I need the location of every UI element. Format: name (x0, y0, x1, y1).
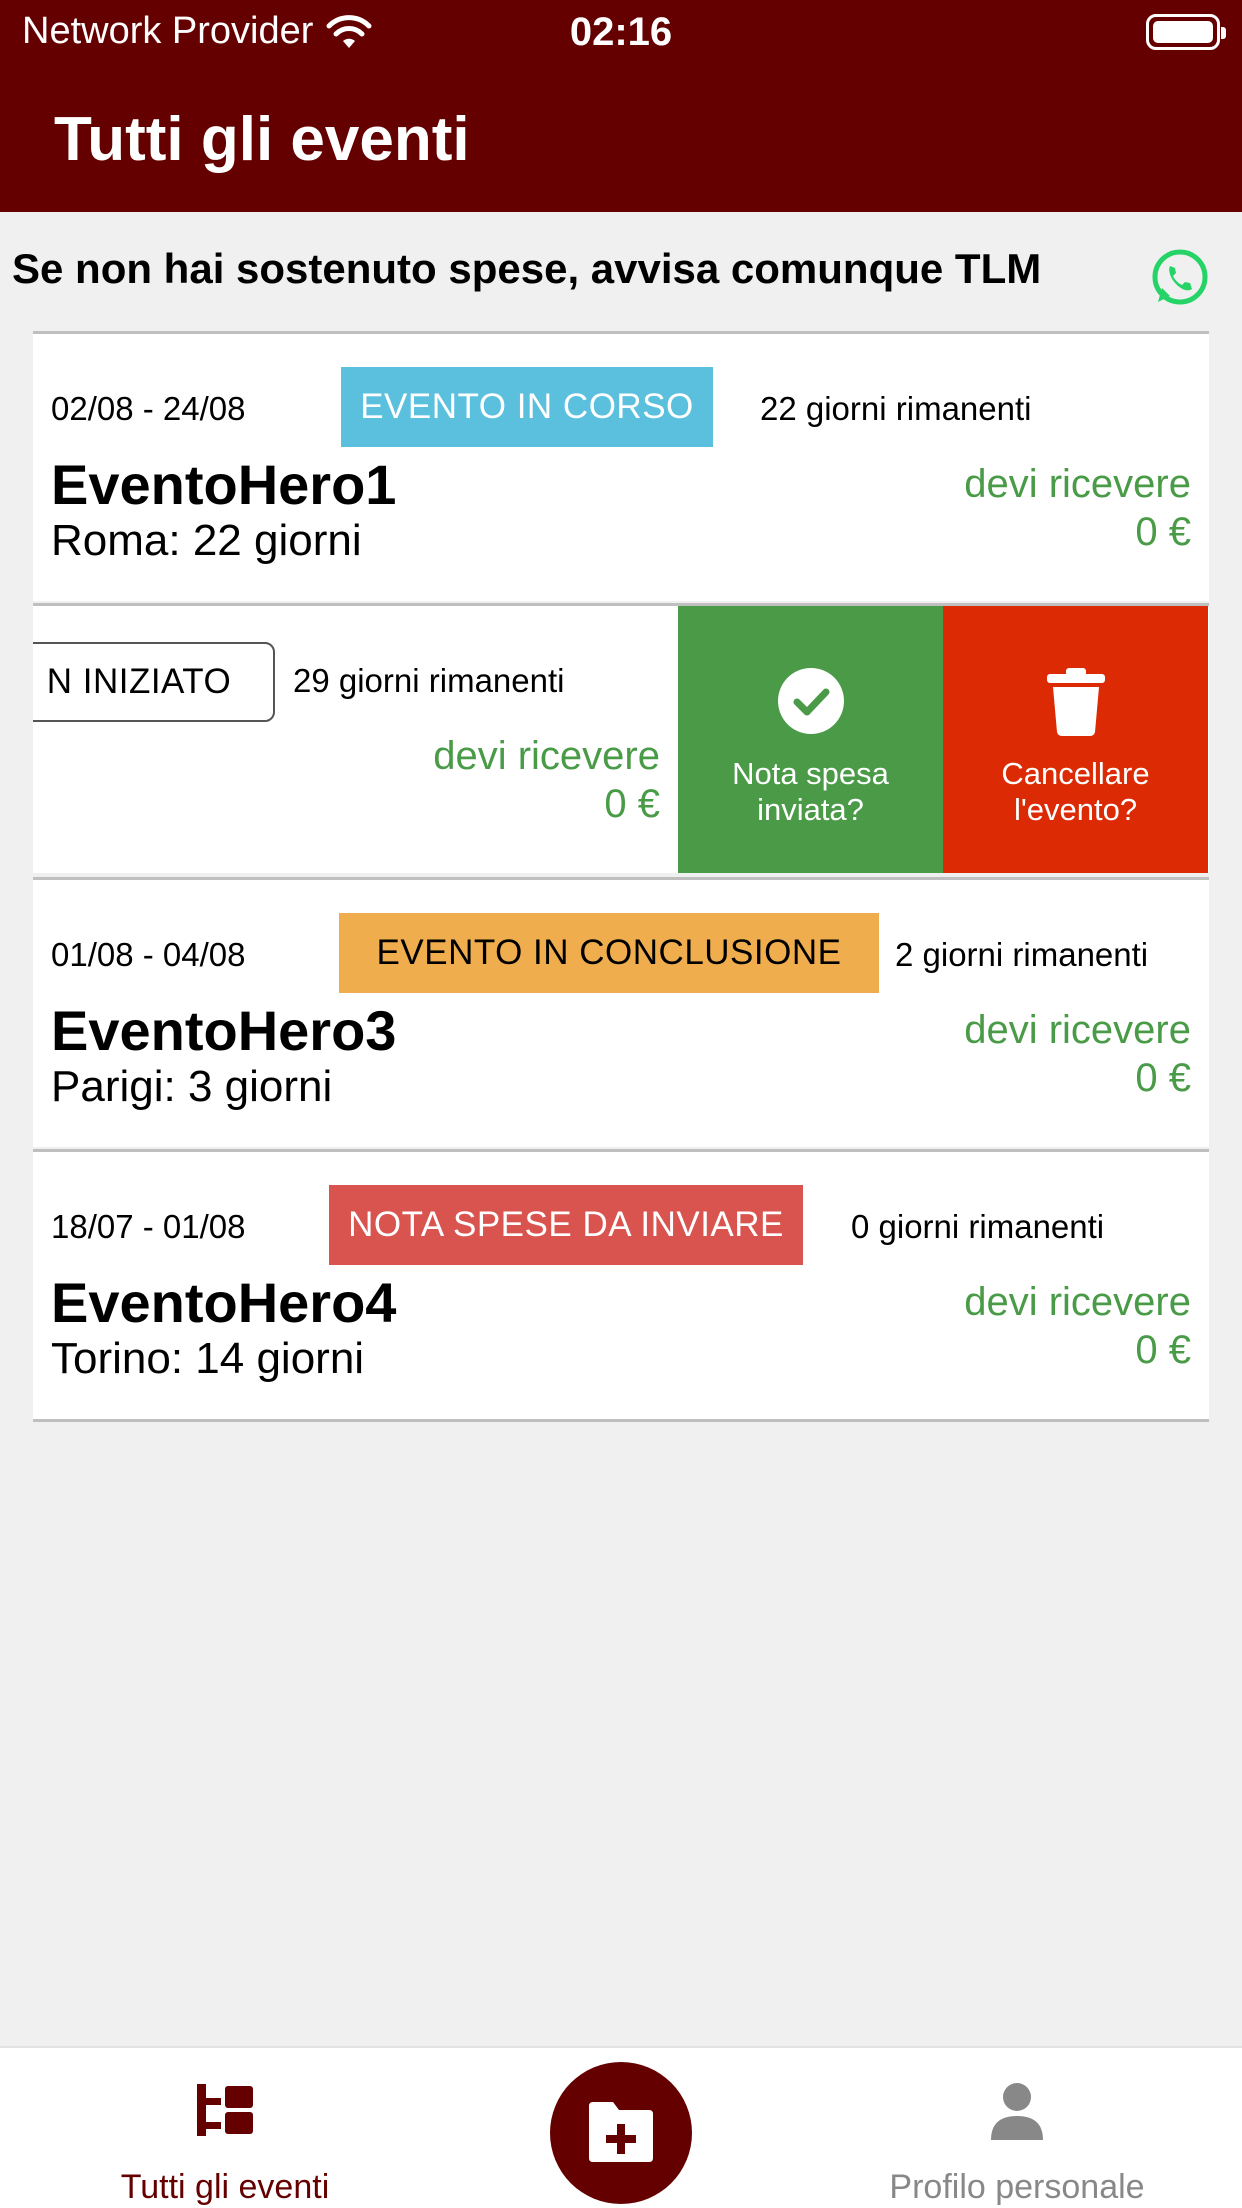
event-card-swiped[interactable]: N INIZIATO 29 giorni rimanenti devi rice… (33, 603, 1209, 873)
tab-bar: Tutti gli eventi Profilo personale (0, 2046, 1242, 2208)
mark-sent-label: Nota spesa inviata? (732, 756, 889, 827)
event-card[interactable]: 02/08 - 24/08 EVENTO IN CORSO 22 giorni … (33, 331, 1209, 601)
add-event-button[interactable] (550, 2062, 692, 2204)
event-dates: 02/08 - 24/08 (51, 390, 246, 427)
battery-icon (1146, 14, 1226, 50)
tab-all-events[interactable]: Tutti gli eventi (25, 2048, 425, 2208)
event-city: Torino: 14 giorni (51, 1334, 365, 1383)
person-icon (991, 2083, 1043, 2140)
status-badge: EVENTO IN CORSO (341, 367, 713, 447)
receive-label: devi ricevere (964, 462, 1191, 506)
receive-label: devi ricevere (964, 1008, 1191, 1052)
receive-amount: 0 € (1135, 1328, 1191, 1372)
event-content: N INIZIATO 29 giorni rimanenti devi rice… (33, 606, 678, 873)
remaining-days: 2 giorni rimanenti (895, 936, 1149, 973)
event-card[interactable]: 01/08 - 04/08 EVENTO IN CONCLUSIONE 2 gi… (33, 877, 1209, 1147)
event-city: Parigi: 3 giorni (51, 1062, 333, 1111)
event-dates: 18/07 - 01/08 (51, 1208, 246, 1245)
receive-amount: 0 € (604, 782, 660, 826)
tab-profile-label: Profilo personale (889, 2168, 1145, 2206)
add-folder-icon (589, 2102, 653, 2162)
event-city: Roma: 22 giorni (51, 516, 362, 565)
event-card[interactable]: 18/07 - 01/08 NOTA SPESE DA INVIARE 0 gi… (33, 1149, 1209, 1422)
remaining-days: 29 giorni rimanenti (293, 662, 565, 699)
status-badge: N INIZIATO (33, 642, 275, 722)
clock: 02:16 (569, 10, 673, 54)
status-badge: NOTA SPESE DA INVIARE (329, 1185, 803, 1265)
whatsapp-icon[interactable] (1148, 246, 1212, 310)
app-header: Network Provider 02:16 Tutti gli eventi (0, 0, 1242, 212)
event-dates: 01/08 - 04/08 (51, 936, 246, 973)
tab-profile[interactable]: Profilo personale (817, 2048, 1217, 2208)
receive-label: devi ricevere (433, 734, 660, 778)
check-circle-icon (778, 668, 844, 734)
tab-all-events-label: Tutti gli eventi (120, 2168, 330, 2206)
notice-text: Se non hai sostenuto spese, avvisa comun… (12, 245, 1042, 292)
receive-label: devi ricevere (964, 1280, 1191, 1324)
page-title: Tutti gli eventi (54, 105, 470, 174)
event-name: EventoHero4 (51, 1271, 397, 1334)
trash-icon (1047, 668, 1105, 736)
remaining-days: 0 giorni rimanenti (851, 1208, 1105, 1245)
receive-amount: 0 € (1135, 1056, 1191, 1100)
status-bar: Network Provider 02:16 (0, 0, 1242, 70)
event-name: EventoHero3 (51, 999, 397, 1062)
remaining-days: 22 giorni rimanenti (760, 390, 1032, 427)
delete-event-label: Cancellare l'evento? (1001, 756, 1150, 827)
event-name: EventoHero1 (51, 453, 397, 516)
delete-event-button[interactable]: Cancellare l'evento? (943, 606, 1208, 873)
receive-amount: 0 € (1135, 510, 1191, 554)
status-badge: EVENTO IN CONCLUSIONE (339, 913, 879, 993)
events-tree-icon (197, 2084, 253, 2136)
mark-sent-button[interactable]: Nota spesa inviata? (678, 606, 943, 873)
